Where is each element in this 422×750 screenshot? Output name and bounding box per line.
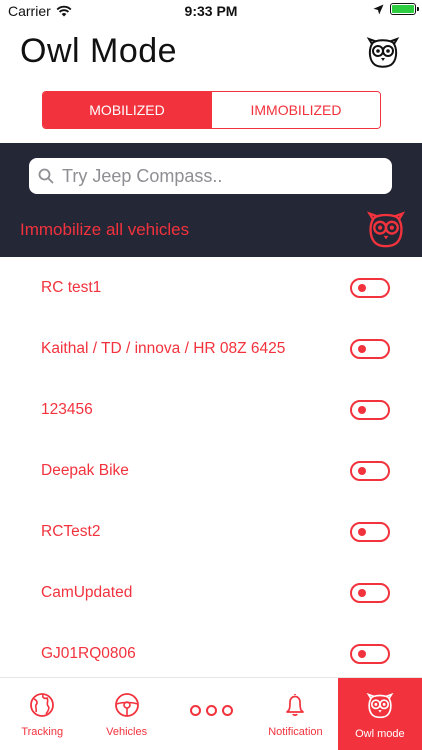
search-placeholder: Try Jeep Compass.. bbox=[62, 165, 223, 186]
battery-icon bbox=[390, 3, 419, 15]
tab-more[interactable] bbox=[169, 678, 253, 750]
bell-icon bbox=[286, 694, 305, 716]
status-right bbox=[373, 3, 419, 15]
segment-mobilized[interactable]: MOBILIZED bbox=[43, 92, 211, 128]
mobilize-segmented-control: MOBILIZED IMMOBILIZED bbox=[42, 91, 381, 129]
vehicle-name: CamUpdated bbox=[41, 583, 133, 601]
vehicle-list: RC test1 Kaithal / TD / innova / HR 08Z … bbox=[0, 257, 422, 684]
list-item[interactable]: RCTest2 bbox=[0, 501, 422, 562]
vehicle-name: 123456 bbox=[41, 400, 93, 418]
owl-icon[interactable] bbox=[366, 210, 406, 250]
owl-icon[interactable] bbox=[366, 36, 400, 70]
tab-bar: Tracking Vehicles Notification Owl mode bbox=[0, 677, 422, 750]
list-item[interactable]: GJ01RQ0806 bbox=[0, 623, 422, 684]
vehicle-toggle[interactable] bbox=[350, 399, 390, 420]
vehicle-name: RC test1 bbox=[41, 278, 102, 296]
list-item[interactable]: 123456 bbox=[0, 379, 422, 440]
vehicle-name: Deepak Bike bbox=[41, 461, 129, 479]
vehicle-toggle[interactable] bbox=[350, 277, 390, 298]
tab-label: Tracking bbox=[21, 726, 64, 738]
list-item[interactable]: RC test1 bbox=[0, 257, 422, 318]
more-dots-icon bbox=[189, 705, 233, 716]
header: Owl Mode bbox=[0, 30, 422, 80]
tab-notification[interactable]: Notification bbox=[253, 678, 337, 750]
list-item[interactable]: Deepak Bike bbox=[0, 440, 422, 501]
vehicle-name: Kaithal / TD / innova / HR 08Z 6425 bbox=[41, 339, 286, 357]
immobilize-all-label: Immobilize all vehicles bbox=[20, 220, 190, 239]
status-bar: Carrier 9:33 PM bbox=[0, 0, 422, 22]
tab-vehicles[interactable]: Vehicles bbox=[84, 678, 168, 750]
clock: 9:33 PM bbox=[184, 3, 238, 19]
location-arrow-icon bbox=[373, 4, 384, 14]
tab-label: Notification bbox=[268, 726, 323, 738]
globe-icon bbox=[30, 693, 55, 717]
list-item[interactable]: CamUpdated bbox=[0, 562, 422, 623]
tab-label: Vehicles bbox=[106, 726, 148, 738]
tab-label: Owl mode bbox=[355, 728, 405, 740]
tab-owl-mode[interactable]: Owl mode bbox=[337, 678, 422, 750]
vehicle-name: GJ01RQ0806 bbox=[41, 644, 136, 662]
vehicle-toggle[interactable] bbox=[350, 460, 390, 481]
immobilize-all-row[interactable]: Immobilize all vehicles bbox=[20, 210, 406, 250]
search-icon bbox=[38, 168, 54, 184]
owl-icon bbox=[366, 692, 394, 719]
page-title: Owl Mode bbox=[20, 32, 178, 70]
vehicle-toggle[interactable] bbox=[350, 521, 390, 542]
vehicle-name: RCTest2 bbox=[41, 522, 101, 540]
vehicle-toggle[interactable] bbox=[350, 338, 390, 359]
tab-tracking[interactable]: Tracking bbox=[0, 678, 84, 750]
search-input[interactable]: Try Jeep Compass.. bbox=[29, 158, 392, 194]
list-item[interactable]: Kaithal / TD / innova / HR 08Z 6425 bbox=[0, 318, 422, 379]
search-panel: Try Jeep Compass.. Immobilize all vehicl… bbox=[0, 143, 422, 257]
steering-wheel-icon bbox=[114, 693, 139, 717]
segment-immobilized[interactable]: IMMOBILIZED bbox=[211, 92, 380, 128]
vehicle-toggle[interactable] bbox=[350, 643, 390, 664]
vehicle-toggle[interactable] bbox=[350, 582, 390, 603]
